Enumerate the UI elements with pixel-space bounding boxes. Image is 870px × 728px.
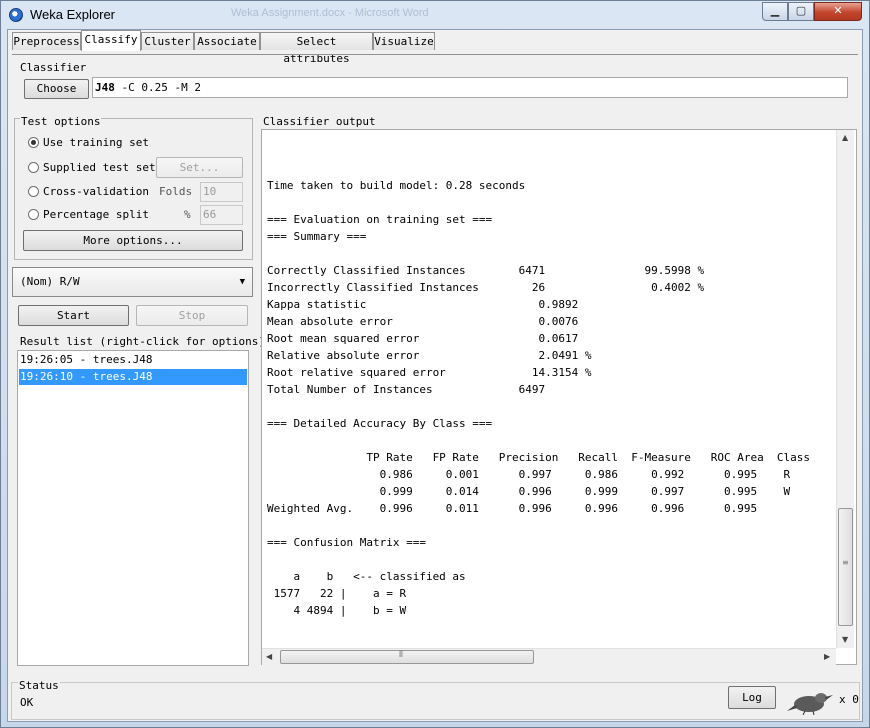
minimize-button[interactable]: ▁ (762, 2, 788, 21)
supplied-test-set-radio[interactable] (28, 162, 39, 173)
close-button[interactable]: ✕ (814, 2, 862, 21)
folds-label: Folds (159, 185, 193, 198)
tab-strip-divider (12, 54, 858, 55)
title-bar: Weka Explorer Weka Assignment.docx - Mic… (1, 1, 869, 29)
window-title: Weka Explorer (30, 7, 116, 22)
cross-validation-radio[interactable] (28, 186, 39, 197)
tab-associate[interactable]: Associate (194, 32, 260, 50)
use-training-set-label: Use training set (43, 136, 149, 149)
result-list-item-selected[interactable]: 19:26:10 - trees.J48 (19, 369, 247, 385)
tab-visualize[interactable]: Visualize (373, 32, 435, 50)
weka-explorer-window: Weka Explorer Weka Assignment.docx - Mic… (0, 0, 870, 728)
use-training-set-radio[interactable] (28, 137, 39, 148)
log-button[interactable]: Log (728, 686, 776, 709)
classifier-name: J48 (95, 81, 115, 94)
grip-icon: ⦀ (399, 650, 403, 660)
result-list-label: Result list (right-click for options) (20, 335, 266, 348)
classifier-output-text: Time taken to build model: 0.28 seconds … (267, 179, 811, 617)
classifier-output-text-area[interactable]: Time taken to build model: 0.28 seconds … (261, 129, 857, 665)
status-label: Status (18, 679, 60, 692)
stop-button[interactable]: Stop (136, 305, 248, 326)
grip-icon: ≡ (842, 558, 849, 567)
tab-classify[interactable]: Classify (81, 30, 141, 51)
tab-select-attributes[interactable]: Select attributes (260, 32, 373, 65)
chevron-down-icon: ▼ (239, 277, 245, 287)
scroll-left-arrow-icon[interactable]: ◀ (266, 652, 272, 661)
choose-classifier-button[interactable]: Choose (24, 79, 89, 99)
test-options-group-label: Test options (20, 115, 102, 128)
classifier-options: -C 0.25 -M 2 (114, 81, 201, 94)
scroll-up-arrow-icon[interactable]: ▲ (842, 133, 848, 142)
scroll-down-arrow-icon[interactable]: ▼ (842, 635, 848, 644)
result-list[interactable]: 19:26:05 - trees.J48 19:26:10 - trees.J4… (17, 350, 249, 666)
classifier-output-label: Classifier output (263, 115, 376, 128)
percent-label: % (184, 208, 191, 221)
cross-validation-label: Cross-validation (43, 185, 149, 198)
start-button[interactable]: Start (18, 305, 129, 326)
task-count: x 0 (839, 693, 859, 706)
set-test-set-button[interactable]: Set... (156, 157, 243, 178)
weka-bird-icon (787, 693, 833, 715)
classifier-config-field[interactable]: J48 -C 0.25 -M 2 (92, 77, 848, 98)
folds-input[interactable]: 10 (200, 182, 243, 202)
tab-preprocess[interactable]: Preprocess (12, 32, 81, 50)
output-vertical-scrollbar[interactable]: ▲ ≡ ▼ (836, 130, 854, 648)
output-horizontal-scrollbar[interactable]: ◀ ⦀ ▶ (262, 648, 836, 665)
percentage-split-label: Percentage split (43, 208, 149, 221)
background-window-title: Weka Assignment.docx - Microsoft Word (231, 7, 429, 19)
tab-cluster[interactable]: Cluster (141, 32, 194, 50)
weka-app-icon (9, 8, 23, 22)
classifier-group-label: Classifier (20, 61, 87, 74)
class-attribute-select[interactable]: (Nom) R/W ▼ (12, 267, 253, 297)
maximize-button[interactable]: ▢ (788, 2, 814, 21)
more-options-button[interactable]: More options... (23, 230, 243, 251)
percentage-split-radio[interactable] (28, 209, 39, 220)
class-attribute-value: (Nom) R/W (20, 275, 80, 288)
explorer-client-area: Preprocess Classify Cluster Associate Se… (7, 29, 863, 722)
supplied-test-set-label: Supplied test set (43, 161, 156, 174)
scroll-right-arrow-icon[interactable]: ▶ (824, 652, 830, 661)
horizontal-scroll-thumb[interactable]: ⦀ (280, 650, 534, 664)
result-list-item[interactable]: 19:26:05 - trees.J48 (19, 352, 247, 368)
percent-split-input[interactable]: 66 (200, 205, 243, 225)
vertical-scroll-thumb[interactable]: ≡ (838, 508, 853, 626)
status-text: OK (20, 696, 34, 709)
